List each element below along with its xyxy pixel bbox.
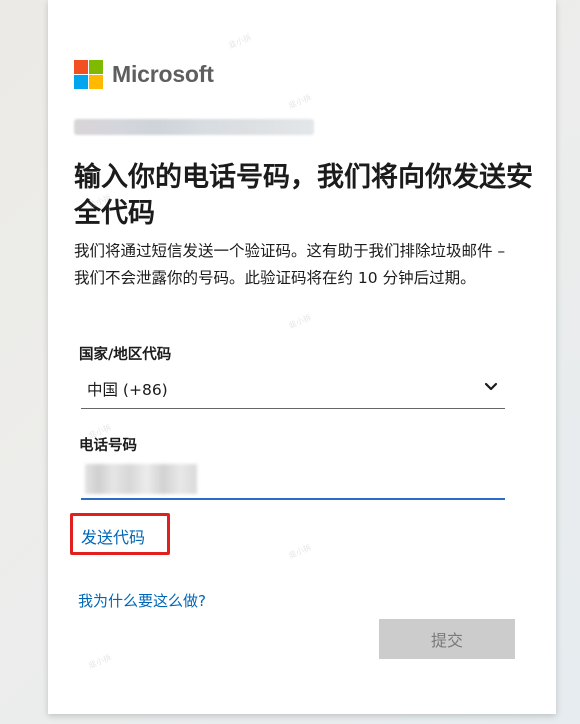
phone-number-input[interactable] [81,460,505,500]
watermark: 韭小拆 [287,542,313,561]
redacted-account-email [74,119,314,135]
microsoft-logo: Microsoft [74,60,214,89]
watermark: 韭小拆 [287,92,313,111]
page-title: 输入你的电话号码，我们将向你发送安全代码 [74,162,533,229]
watermark: 韭小拆 [287,312,313,331]
country-code-select[interactable]: 中国 (+86) [81,372,505,409]
submit-button[interactable]: 提交 [379,619,515,659]
watermark: 韭小拆 [87,652,113,671]
send-code-link[interactable]: 发送代码 [81,524,145,548]
send-code-highlight: 发送代码 [70,513,170,555]
chevron-down-icon [484,382,498,391]
sign-in-card: Microsoft 输入你的电话号码，我们将向你发送安全代码 我们将通过短信发送… [48,0,556,714]
country-code-value: 中国 (+86) [87,381,168,399]
watermark: 韭小拆 [227,32,253,51]
page-description: 我们将通过短信发送一个验证码。这有助于我们排除垃圾邮件 – 我们不会泄露你的号码… [74,242,506,287]
microsoft-logo-icon [74,60,103,89]
redacted-phone-number [85,464,197,494]
why-link[interactable]: 我为什么要这么做? [78,590,206,611]
country-code-label: 国家/地区代码 [79,347,172,363]
phone-number-label: 电话号码 [79,438,137,454]
brand-name: Microsoft [112,61,214,87]
